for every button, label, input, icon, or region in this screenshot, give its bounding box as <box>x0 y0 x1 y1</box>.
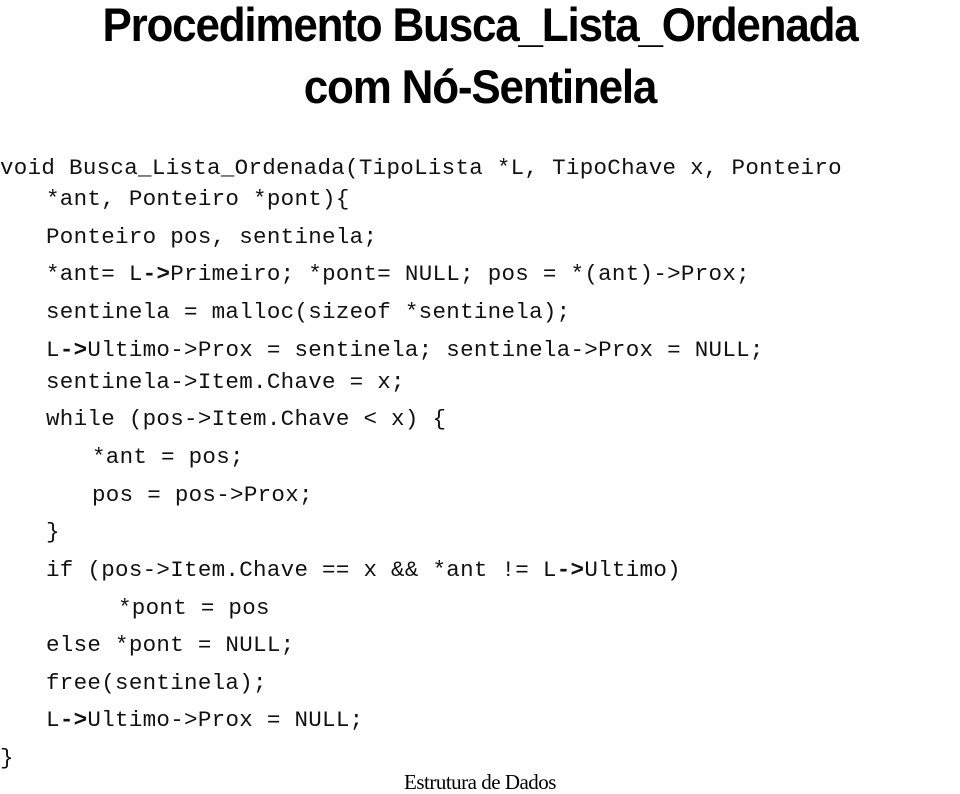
code-line-free: free(sentinela); <box>46 670 267 696</box>
code-line-declarations: Ponteiro pos, sentinela; <box>46 224 378 250</box>
code-line-signature: void Busca_Lista_Ordenada(TipoLista *L, … <box>0 155 842 181</box>
arrow-operator: -> <box>59 337 88 363</box>
code-line-while-close: } <box>46 519 60 545</box>
code-line-sentinel-key: sentinela->Item.Chave = x; <box>46 369 405 395</box>
arrow-operator: -> <box>142 261 171 287</box>
code-line-while: while (pos->Item.Chave < x) { <box>46 406 447 432</box>
code-line-else: else *pont = NULL; <box>46 632 295 658</box>
arrow-operator: -> <box>59 707 88 733</box>
code-line-init: *ant= L->Primeiro; *pont= NULL; pos = *(… <box>46 261 750 287</box>
code-line-pos-advance: pos = pos->Prox; <box>92 482 313 508</box>
code-line-malloc: sentinela = malloc(sizeof *sentinela); <box>46 299 571 325</box>
code-line-signature-cont: *ant, Ponteiro *pont){ <box>46 186 350 212</box>
code-line-reset-last: L->Ultimo->Prox = NULL; <box>46 707 364 733</box>
code-line-ant-assign: *ant = pos; <box>92 444 244 470</box>
code-line-if: if (pos->Item.Chave == x && *ant != L->U… <box>46 557 681 583</box>
code-line-link-sentinel: L->Ultimo->Prox = sentinela; sentinela->… <box>46 337 764 363</box>
slide-title-line-1: Procedimento Busca_Lista_Ordenada <box>102 0 858 52</box>
arrow-operator: -> <box>556 557 585 583</box>
slide-title-line-2: com Nó-Sentinela <box>303 60 658 114</box>
code-line-pont-assign: *pont = pos <box>118 595 270 621</box>
slide-footer: Estrutura de Dados <box>404 770 556 794</box>
code-line-function-close: } <box>0 745 14 771</box>
